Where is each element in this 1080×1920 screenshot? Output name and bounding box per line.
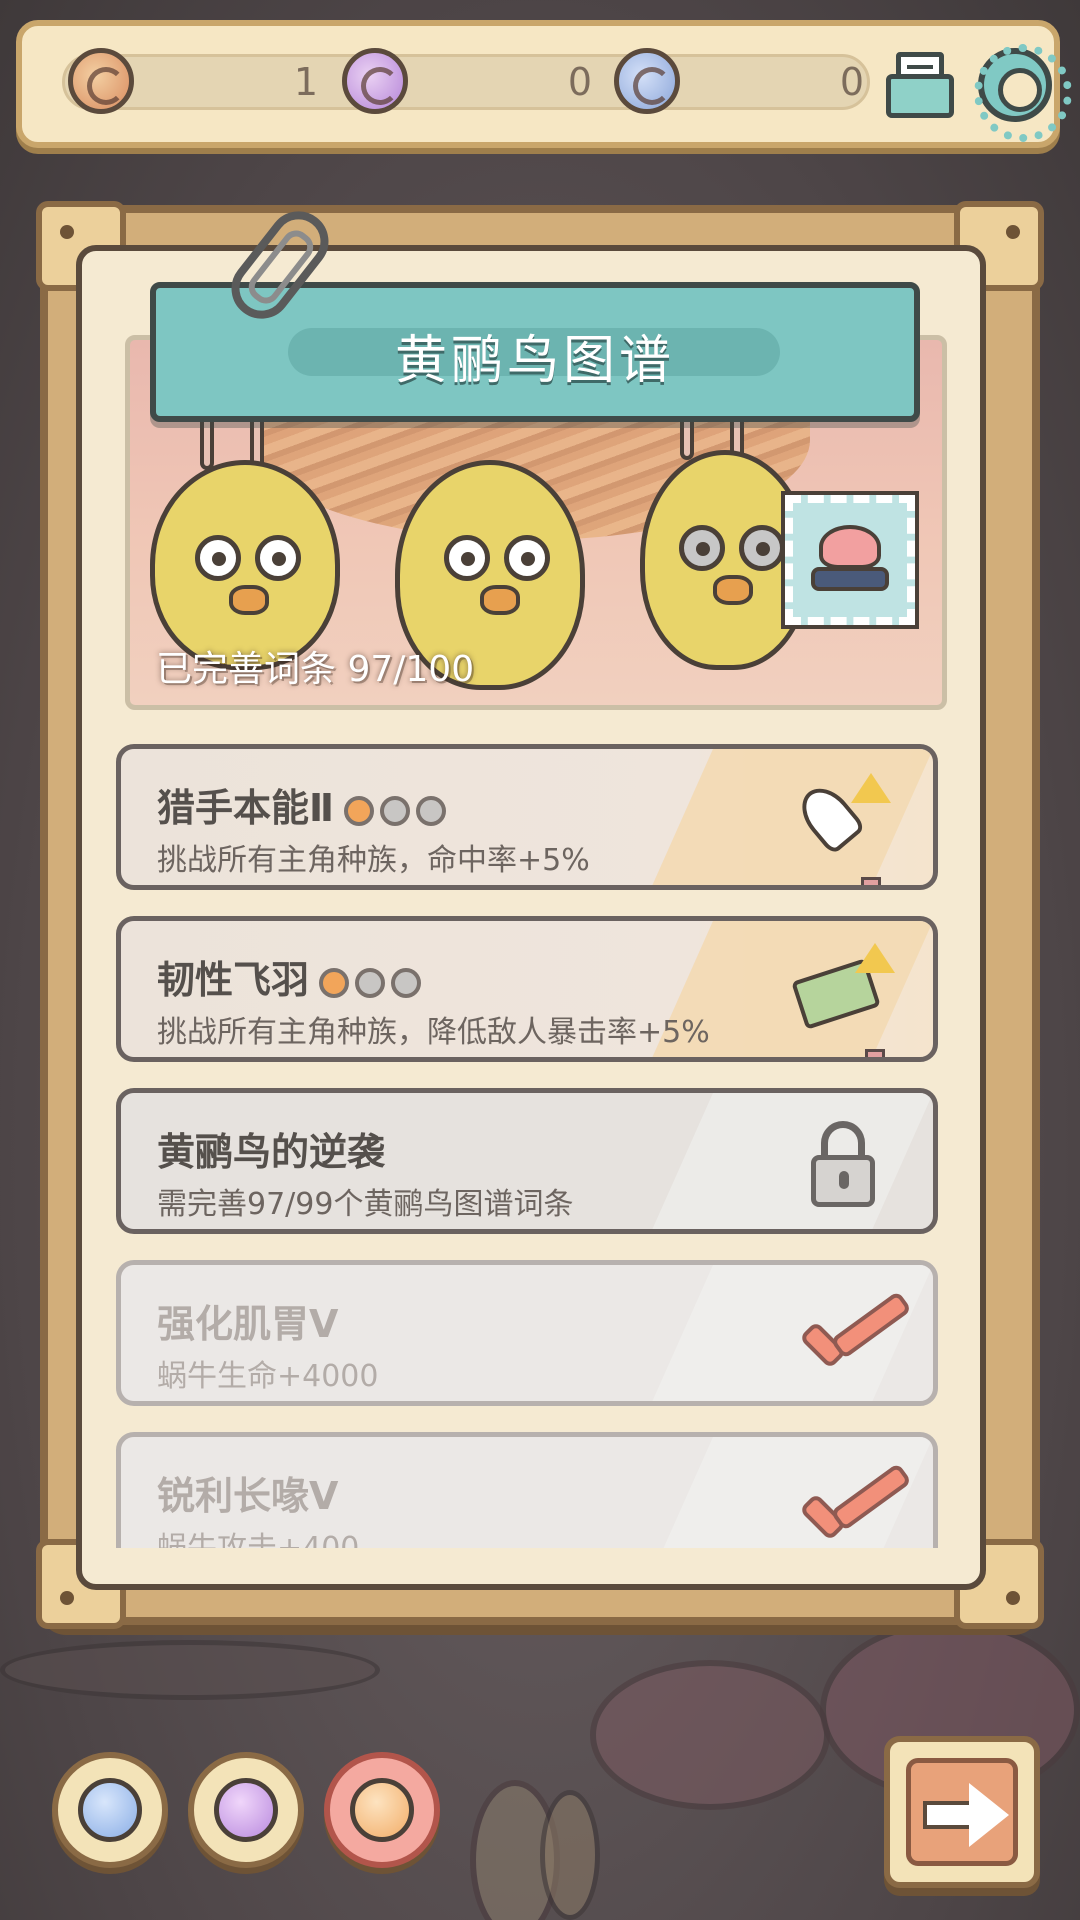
- blue-orb-icon: [78, 1778, 142, 1842]
- checkmark-icon: [793, 1285, 913, 1385]
- entry-list[interactable]: 猎手本能Ⅱ 挑战所有主角种族，命中率+5% 韧性飞羽 挑战所有主角种族，降低敌人…: [112, 740, 942, 1548]
- purple-spiral-orb-icon: [342, 48, 408, 114]
- orange-orb-icon: [350, 1778, 414, 1842]
- level-dots: [319, 967, 422, 998]
- checkmark-icon: [793, 1457, 913, 1548]
- oriole-bird-illustration: [150, 460, 340, 670]
- entry-title: 猎手本能Ⅱ: [157, 777, 447, 832]
- resource-bar: 1 0 0: [16, 20, 1072, 148]
- list-item[interactable]: 黄鹂鸟的逆袭 需完善97/99个黄鹂鸟图谱词条: [116, 1088, 938, 1234]
- brain-stamp-icon[interactable]: [781, 491, 919, 629]
- envelope-icon: [886, 74, 954, 118]
- entry-title: 黄鹂鸟的逆袭: [157, 1130, 386, 1174]
- purple-orb-button[interactable]: [188, 1752, 304, 1868]
- progress-value: 97/100: [347, 649, 475, 690]
- entry-title: 锐利长喙Ⅴ: [157, 1474, 339, 1518]
- entry-title: 韧性飞羽: [157, 949, 422, 1004]
- log-decoration: [0, 1640, 380, 1700]
- list-item[interactable]: 强化肌胃Ⅴ 蜗牛生命+4000: [116, 1260, 938, 1406]
- lock-icon: [809, 1121, 879, 1211]
- rocket-growth-icon: [789, 767, 899, 885]
- arrow-right-icon: [923, 1801, 975, 1829]
- stump-decoration: [540, 1790, 600, 1920]
- level-dots: [344, 795, 447, 826]
- entry-description: 挑战所有主角种族，降低敌人暴击率+5%: [157, 1015, 710, 1050]
- blue-orb-button[interactable]: [52, 1752, 168, 1868]
- entry-description: 蜗牛攻击+400: [157, 1523, 359, 1548]
- resource-count: 0: [839, 60, 864, 104]
- progress-text: 已完善词条: [156, 649, 337, 690]
- settings-button[interactable]: [974, 44, 1072, 142]
- mail-button[interactable]: [884, 48, 956, 120]
- purple-orb-icon: [214, 1778, 278, 1842]
- entry-title: 强化肌胃Ⅴ: [157, 1302, 339, 1346]
- list-item[interactable]: 韧性飞羽 挑战所有主角种族，降低敌人暴击率+5%: [116, 916, 938, 1062]
- money-growth-icon: [789, 939, 899, 1057]
- orange-spiral-orb-icon: [68, 48, 134, 114]
- entry-description: 需完善97/99个黄鹂鸟图谱词条: [157, 1187, 574, 1222]
- mushroom-decoration: [590, 1660, 830, 1810]
- progress-label: 已完善词条 97/100: [156, 640, 474, 692]
- resource-count: 0: [567, 60, 592, 104]
- entry-description: 挑战所有主角种族，命中率+5%: [157, 843, 590, 878]
- orange-orb-button[interactable]: [324, 1752, 440, 1868]
- list-item[interactable]: 猎手本能Ⅱ 挑战所有主角种族，命中率+5%: [116, 744, 938, 890]
- resource-track: [62, 54, 870, 110]
- list-item[interactable]: 锐利长喙Ⅴ 蜗牛攻击+400: [116, 1432, 938, 1548]
- page-title: 黄鹂鸟图谱: [394, 331, 675, 391]
- next-button[interactable]: [884, 1736, 1040, 1888]
- resource-count: 1: [293, 60, 318, 104]
- blue-spiral-orb-icon: [614, 48, 680, 114]
- entry-description: 蜗牛生命+4000: [157, 1359, 379, 1394]
